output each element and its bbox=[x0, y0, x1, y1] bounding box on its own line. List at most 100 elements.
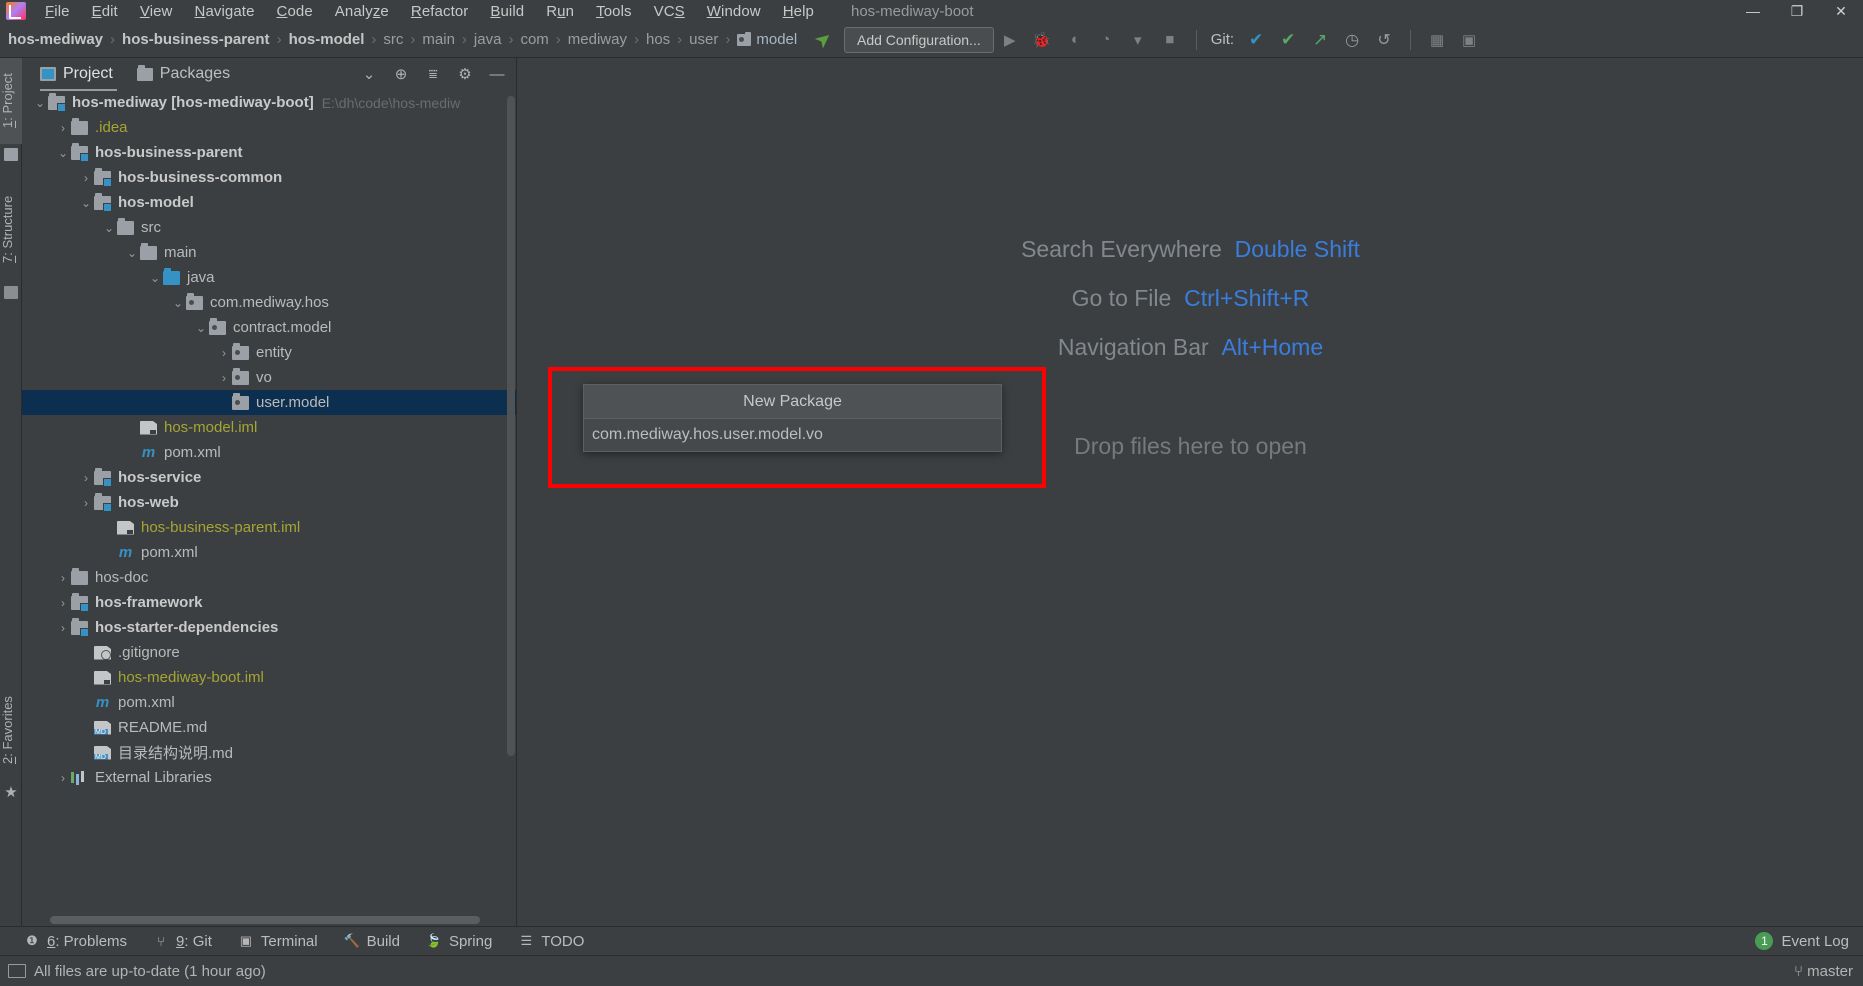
breadcrumb-java[interactable]: java › bbox=[474, 31, 521, 48]
tool-window-terminal[interactable]: ▣ Terminal bbox=[238, 933, 318, 950]
tool-window-problems[interactable]: ❶ 6: Problems bbox=[24, 933, 127, 950]
tree-row[interactable]: › entity bbox=[22, 340, 516, 365]
run-build-icon[interactable]: ➤ bbox=[809, 25, 838, 55]
menu-help[interactable]: Help bbox=[772, 3, 825, 20]
profiler-icon[interactable]: ◔ bbox=[1093, 27, 1119, 53]
stop-icon[interactable]: ■ bbox=[1157, 27, 1183, 53]
chevron-right-icon[interactable]: › bbox=[78, 496, 94, 510]
tree-row[interactable]: m pom.xml bbox=[22, 540, 516, 565]
tree-row[interactable]: › External Libraries bbox=[22, 765, 516, 790]
commit-icon[interactable]: ✔ bbox=[1275, 27, 1301, 53]
tree-row[interactable]: › hos-web bbox=[22, 490, 516, 515]
chevron-down-icon[interactable]: ⌄ bbox=[193, 321, 209, 335]
new-package-input[interactable]: com.mediway.hos.user.model.vo bbox=[583, 418, 1002, 452]
menu-window[interactable]: Window bbox=[696, 3, 772, 20]
vertical-scrollbar[interactable] bbox=[507, 96, 515, 756]
menu-edit[interactable]: Edit bbox=[81, 3, 129, 20]
breadcrumb-hos[interactable]: hos › bbox=[646, 31, 689, 48]
tree-row[interactable]: ⌄ main bbox=[22, 240, 516, 265]
chevron-right-icon[interactable]: › bbox=[55, 571, 71, 585]
tree-row[interactable]: › vo bbox=[22, 365, 516, 390]
menu-vcs[interactable]: VCS bbox=[643, 3, 696, 20]
sidebar-item-structure[interactable]: 7: Structure bbox=[0, 176, 22, 282]
chevron-down-icon[interactable]: ⌄ bbox=[101, 221, 117, 235]
chevron-down-icon[interactable]: ⌄ bbox=[147, 271, 163, 285]
menu-code[interactable]: Code bbox=[266, 3, 324, 20]
tree-row[interactable]: › .idea bbox=[22, 115, 516, 140]
breadcrumb-mediway[interactable]: mediway › bbox=[568, 31, 646, 48]
maximize-button[interactable]: ❐ bbox=[1775, 0, 1819, 22]
tree-row[interactable]: user.model bbox=[22, 390, 516, 415]
tree-row[interactable]: hos-mediway-boot.iml bbox=[22, 665, 516, 690]
breadcrumb-model[interactable]: model bbox=[737, 31, 797, 48]
tree-row[interactable]: › hos-starter-dependencies bbox=[22, 615, 516, 640]
run-with-coverage-icon[interactable]: ◖ bbox=[1061, 27, 1087, 53]
breadcrumb-hos-mediway[interactable]: hos-mediway › bbox=[8, 31, 122, 48]
tree-row[interactable]: › hos-doc bbox=[22, 565, 516, 590]
tool-window-spring[interactable]: 🍃 Spring bbox=[426, 933, 492, 950]
chevron-right-icon[interactable]: › bbox=[78, 171, 94, 185]
history-icon[interactable]: ◷ bbox=[1339, 27, 1365, 53]
tool-window-git[interactable]: ⑂ 9: Git bbox=[153, 933, 212, 950]
tree-row[interactable]: hos-model.iml bbox=[22, 415, 516, 440]
hide-panel-icon[interactable]: — bbox=[488, 66, 506, 83]
sidebar-item-project[interactable]: 1: Project bbox=[0, 58, 22, 144]
chevron-down-icon[interactable]: ⌄ bbox=[170, 296, 186, 310]
gear-icon[interactable]: ⚙ bbox=[456, 65, 474, 83]
menu-view[interactable]: View bbox=[129, 3, 184, 20]
chevron-down-icon[interactable]: ⌄ bbox=[360, 65, 378, 83]
menu-refactor[interactable]: Refactor bbox=[400, 3, 480, 20]
menu-build[interactable]: Build bbox=[479, 3, 535, 20]
debug-icon[interactable]: 🐞 bbox=[1029, 27, 1055, 53]
tree-row[interactable]: m pom.xml bbox=[22, 440, 516, 465]
breadcrumb-main[interactable]: main › bbox=[422, 31, 474, 48]
tree-row[interactable]: hos-business-parent.iml bbox=[22, 515, 516, 540]
tree-row[interactable]: 目录结构说明.md bbox=[22, 740, 516, 765]
breadcrumb-com[interactable]: com › bbox=[520, 31, 567, 48]
sidebar-item-favorites[interactable]: 2: Favorites bbox=[0, 678, 22, 782]
chevron-right-icon[interactable]: › bbox=[55, 121, 71, 135]
breadcrumb-src[interactable]: src › bbox=[383, 31, 422, 48]
tree-row[interactable]: ⌄ hos-mediway [hos-mediway-boot] E:\dh\cod… bbox=[22, 90, 516, 115]
tree-row[interactable]: ⌄ java bbox=[22, 265, 516, 290]
run-icon[interactable]: ▶ bbox=[997, 27, 1023, 53]
chevron-down-icon[interactable]: ⌄ bbox=[55, 146, 71, 160]
rollback-icon[interactable]: ↺ bbox=[1371, 27, 1397, 53]
push-icon[interactable]: ↗ bbox=[1307, 27, 1333, 53]
minimize-button[interactable]: — bbox=[1731, 0, 1775, 22]
tree-row[interactable]: ⌄ contract.model bbox=[22, 315, 516, 340]
breadcrumb-hos-business-parent[interactable]: hos-business-parent › bbox=[122, 31, 289, 48]
chevron-down-icon[interactable]: ⌄ bbox=[32, 96, 48, 110]
event-log-button[interactable]: 1 Event Log bbox=[1755, 932, 1849, 950]
menu-analyze[interactable]: Analyze bbox=[324, 3, 400, 20]
chevron-right-icon[interactable]: › bbox=[216, 371, 232, 385]
project-tree[interactable]: ⌄ hos-mediway [hos-mediway-boot] E:\dh\cod… bbox=[22, 90, 516, 926]
chevron-right-icon[interactable]: › bbox=[55, 596, 71, 610]
tool-window-build[interactable]: 🔨 Build bbox=[344, 933, 400, 950]
status-toggle-icon[interactable] bbox=[8, 964, 26, 978]
breadcrumb-hos-model[interactable]: hos-model › bbox=[289, 31, 384, 48]
locate-file-icon[interactable]: ⊕ bbox=[392, 65, 410, 83]
search-everywhere-icon[interactable]: ▦ bbox=[1424, 27, 1450, 53]
menu-tools[interactable]: Tools bbox=[585, 3, 643, 20]
tree-row[interactable]: m pom.xml bbox=[22, 690, 516, 715]
chevron-down-icon[interactable]: ▾ bbox=[1125, 27, 1151, 53]
chevron-right-icon[interactable]: › bbox=[78, 471, 94, 485]
menu-file[interactable]: File bbox=[34, 3, 81, 20]
tree-row[interactable]: ⌄ src bbox=[22, 215, 516, 240]
tool-window-todo[interactable]: ☰ TODO bbox=[518, 933, 584, 950]
close-button[interactable]: ✕ bbox=[1819, 0, 1863, 22]
tree-row[interactable]: › hos-service bbox=[22, 465, 516, 490]
tree-row[interactable]: › hos-framework bbox=[22, 590, 516, 615]
tree-row[interactable]: .gitignore bbox=[22, 640, 516, 665]
update-project-icon[interactable]: ✔ bbox=[1243, 27, 1269, 53]
tree-row[interactable]: ⌄ hos-model bbox=[22, 190, 516, 215]
add-configuration-button[interactable]: Add Configuration... bbox=[843, 26, 994, 53]
menu-run[interactable]: Run bbox=[535, 3, 585, 20]
collapse-all-icon[interactable]: ⩸ bbox=[424, 66, 442, 83]
chevron-right-icon[interactable]: › bbox=[55, 621, 71, 635]
menu-navigate[interactable]: Navigate bbox=[184, 3, 266, 20]
tab-project[interactable]: Project bbox=[34, 61, 123, 91]
tree-row[interactable]: ⌄ com.mediway.hos bbox=[22, 290, 516, 315]
breadcrumb-user[interactable]: user › bbox=[689, 31, 737, 48]
